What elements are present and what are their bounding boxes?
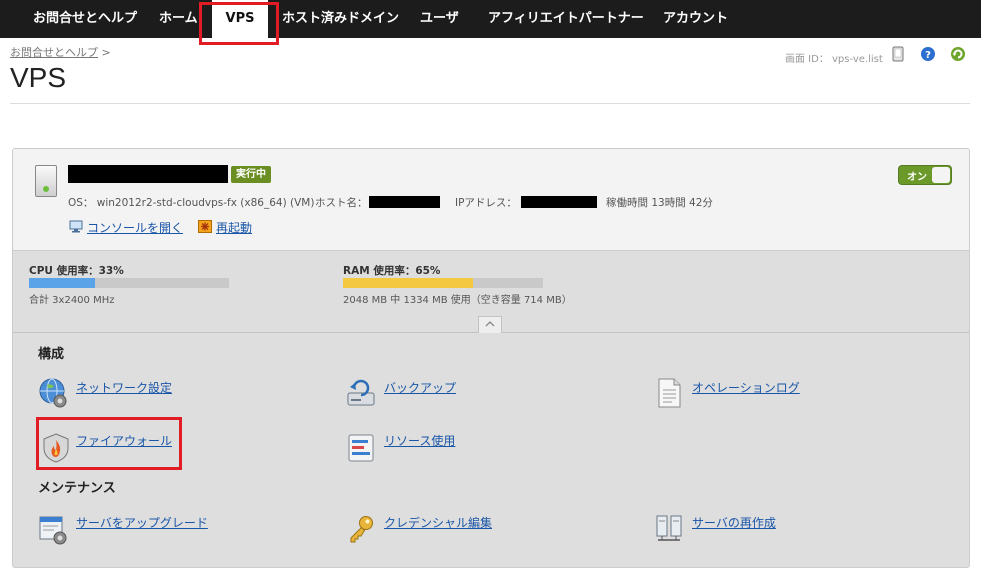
hostname-redacted	[369, 196, 440, 208]
vps-tab-highlight	[199, 2, 279, 45]
power-toggle-label: オン	[907, 172, 927, 183]
restart-link[interactable]: 再起動	[216, 219, 252, 236]
ip-label: IPアドレス：	[455, 197, 517, 209]
breadcrumb-help-link[interactable]: お問合せとヘルプ	[10, 46, 98, 59]
backup-link[interactable]: バックアップ	[384, 379, 456, 396]
server-summary: 実行中 オン OS： win2012r2-std-cloudvps-fx (x8…	[13, 149, 969, 251]
status-badge: 実行中	[231, 166, 271, 183]
config-heading: 構成	[38, 347, 65, 362]
ram-detail: 2048 MB 中 1334 MB 使用（空き容量 714 MB）	[343, 295, 572, 306]
host-label: ホスト名：	[315, 197, 368, 209]
svg-text:?: ?	[925, 50, 931, 61]
ram-usage-label: RAM 使用率：65%	[343, 265, 441, 277]
backup-drive-icon	[347, 379, 375, 406]
ram-usage-bar	[343, 278, 543, 288]
breadcrumb-separator: >	[101, 46, 111, 59]
credential-edit-link[interactable]: クレデンシャル編集	[384, 514, 492, 531]
resource-usage-link[interactable]: リソース使用	[384, 432, 455, 449]
cpu-usage-fill	[29, 278, 95, 288]
top-navigation: お問合せとヘルプ ホーム VPS ホスト済みドメイン ユーザ アフィリエイトパー…	[0, 0, 981, 38]
network-globe-icon	[39, 378, 67, 408]
open-console-link[interactable]: コンソールを開く	[87, 219, 183, 236]
header-divider	[10, 103, 970, 104]
operation-log-icon	[658, 378, 681, 408]
ram-usage-fill	[343, 278, 473, 288]
tablet-icon[interactable]	[890, 46, 906, 62]
refresh-icon[interactable]	[950, 46, 966, 62]
power-toggle[interactable]: オン	[898, 165, 952, 185]
server-upgrade-link[interactable]: サーバをアップグレード	[76, 514, 208, 531]
cpu-detail: 合計 3x2400 MHz	[29, 295, 115, 306]
screen-id: 画面 ID： vps-ve.list	[785, 54, 883, 65]
page-title: VPS	[10, 62, 67, 93]
firewall-highlight	[36, 417, 182, 470]
cpu-usage-label: CPU 使用率：33%	[29, 265, 124, 277]
operation-log-link[interactable]: オペレーションログ	[692, 379, 800, 396]
server-icon	[35, 165, 57, 197]
server-recreate-icon	[656, 515, 682, 541]
os-info: OS： win2012r2-std-cloudvps-fx (x86_64) (…	[68, 197, 315, 209]
network-settings-link[interactable]: ネットワーク設定	[76, 379, 172, 396]
vps-panel: 実行中 オン OS： win2012r2-std-cloudvps-fx (x8…	[12, 148, 970, 568]
breadcrumb: お問合せとヘルプ >	[10, 44, 111, 60]
key-icon	[350, 516, 373, 543]
restart-icon	[198, 220, 212, 233]
chevron-up-icon	[485, 321, 495, 327]
server-name-redacted	[68, 165, 228, 183]
nav-users[interactable]: ユーザ	[420, 0, 459, 38]
console-monitor-icon	[69, 220, 83, 233]
cpu-usage-bar	[29, 278, 229, 288]
nav-help[interactable]: お問合せとヘルプ	[33, 0, 137, 38]
resource-usage-icon	[348, 434, 374, 462]
help-icon[interactable]: ?	[920, 46, 936, 62]
nav-hosted-domains[interactable]: ホスト済みドメイン	[282, 0, 399, 38]
nav-account[interactable]: アカウント	[663, 0, 728, 38]
power-toggle-knob	[932, 167, 950, 183]
uptime: 稼働時間 13時間 42分	[606, 197, 713, 209]
nav-affiliate[interactable]: アフィリエイトパートナー	[488, 0, 644, 38]
server-upgrade-icon	[39, 516, 67, 545]
nav-home[interactable]: ホーム	[159, 0, 198, 38]
ip-redacted	[521, 196, 597, 208]
server-recreate-link[interactable]: サーバの再作成	[692, 514, 776, 531]
collapse-toggle[interactable]	[478, 316, 502, 333]
maintenance-heading: メンテナンス	[38, 481, 116, 496]
